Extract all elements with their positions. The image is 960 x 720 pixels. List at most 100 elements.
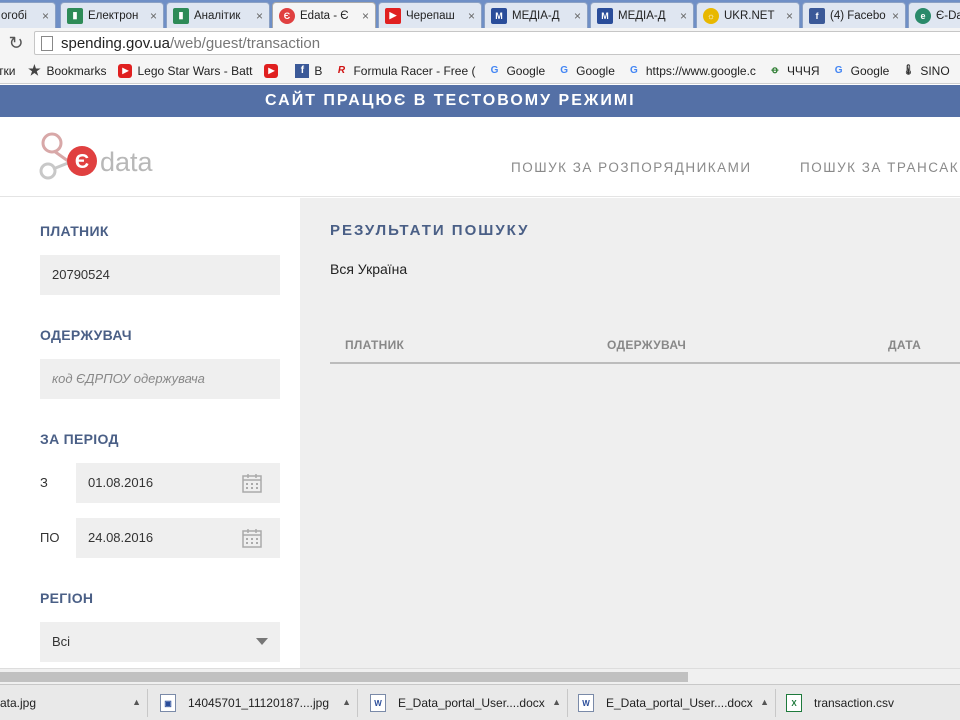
close-icon[interactable]: × [892, 9, 899, 23]
payer-label: ПЛАТНИК [40, 223, 109, 239]
tab-0[interactable]: огобі × [0, 2, 56, 28]
edata-logo[interactable]: Є data [38, 131, 168, 183]
nav-search-by-transactions[interactable]: ПОШУК ЗА ТРАНСАК [800, 160, 959, 175]
close-icon[interactable]: × [362, 9, 369, 23]
tab-4[interactable]: ▶ Черепаш × [378, 2, 482, 28]
nav-search-by-managers[interactable]: ПОШУК ЗА РОЗПОРЯДНИКАМИ [511, 160, 752, 175]
download-item[interactable]: W E_Data_portal_User....docx ▲ [362, 689, 568, 717]
close-icon[interactable]: × [680, 9, 687, 23]
close-icon[interactable]: × [42, 9, 49, 23]
payer-input[interactable]: 20790524 [40, 255, 280, 295]
excel-icon: X [786, 694, 802, 712]
recipient-input[interactable]: код ЄДРПОУ одержувача [40, 359, 280, 399]
from-date-input[interactable]: 01.08.2016 [76, 463, 280, 503]
bookmark-label: Google [506, 63, 546, 78]
region-select[interactable]: Всі [40, 622, 280, 662]
tab-9[interactable]: e Є-Da [908, 2, 960, 28]
to-label: ПО [40, 530, 60, 545]
close-icon[interactable]: × [574, 9, 581, 23]
calendar-icon[interactable] [242, 528, 262, 548]
ukrnet-icon: ☼ [703, 7, 719, 24]
calendar-icon[interactable] [242, 473, 262, 493]
url-host: spending.gov.ua [61, 34, 170, 52]
bookmark-item[interactable]: ▶ Lego Star Wars - Batt [118, 63, 252, 78]
tab-label: UKR.NET [724, 9, 775, 22]
tab-2[interactable]: ▮ Аналітик × [166, 2, 270, 28]
facebook-icon: f [295, 63, 310, 78]
image-icon: ▣ [160, 694, 176, 712]
bookmark-item[interactable]: G Google [832, 64, 890, 78]
column-header-recipient[interactable]: ОДЕРЖУВАЧ [607, 338, 686, 352]
downloads-bar: ata.jpg ▲ ▣ 14045701_11120187....jpg ▲ W… [0, 684, 960, 720]
google-icon: G [560, 65, 569, 76]
bookmark-item[interactable]: ▶ [264, 63, 283, 78]
download-label: E_Data_portal_User....docx [606, 696, 753, 710]
results-title: РЕЗУЛЬТАТИ ПОШУКУ [330, 222, 530, 239]
download-item[interactable]: ▣ 14045701_11120187....jpg ▲ [152, 689, 358, 717]
column-header-date[interactable]: ДАТА [888, 338, 921, 352]
page-icon [41, 35, 53, 51]
bookmark-item[interactable]: 🌡 SINO [901, 64, 950, 78]
bookmark-item[interactable]: f B [295, 63, 322, 78]
tab-label: огобі [1, 9, 27, 22]
bookmark-label: Google [576, 63, 615, 78]
site-header: Є data ПОШУК ЗА РОЗПОРЯДНИКАМИ ПОШУК ЗА … [0, 117, 960, 197]
column-header-payer[interactable]: ПЛАТНИК [345, 338, 404, 352]
download-label: transaction.csv [814, 696, 895, 710]
bookmark-item[interactable]: G Google [557, 64, 615, 78]
tab-label: Edata - Є [300, 9, 349, 22]
url-input[interactable]: spending.gov.ua/web/guest/transaction [34, 31, 960, 55]
logo-text: data [100, 147, 154, 177]
results-panel: РЕЗУЛЬТАТИ ПОШУКУ Вся Україна ПЛАТНИК ОД… [300, 198, 960, 668]
word-icon: W [578, 694, 594, 712]
chevron-down-icon[interactable]: ▲ [760, 697, 769, 707]
close-icon[interactable]: × [256, 9, 263, 23]
tab-3-active[interactable]: Є Edata - Є × [272, 2, 376, 28]
bookmark-label: Formula Racer - Free ( [353, 63, 476, 78]
close-icon[interactable]: × [468, 9, 475, 23]
download-label: ata.jpg [0, 696, 37, 710]
scrollbar-thumb[interactable] [0, 672, 688, 682]
bookmark-item[interactable]: G Google [487, 63, 546, 78]
tab-8[interactable]: f (4) Facebo × [802, 2, 906, 28]
to-date-input[interactable]: 24.08.2016 [76, 518, 280, 558]
bookmark-item[interactable]: тки [0, 64, 15, 78]
chevron-down-icon[interactable]: ▲ [552, 697, 561, 707]
test-mode-banner: САЙТ ПРАЦЮЄ В ТЕСТОВОМУ РЕЖИМІ [0, 85, 960, 117]
bookmark-item[interactable]: ★ Bookmarks [27, 62, 106, 78]
tab-5[interactable]: M МЕДІА-Д × [484, 2, 588, 28]
tab-7[interactable]: ☼ UKR.NET × [696, 2, 800, 28]
chevron-down-icon[interactable]: ▲ [132, 697, 141, 707]
bookmark-item[interactable]: ꝋ ЧЧЧЯ [768, 63, 820, 78]
edata-icon: Є [279, 7, 295, 24]
bookmark-item[interactable]: G https://www.google.c [627, 64, 756, 78]
logo-letter: Є [75, 151, 89, 173]
edata-round-icon: e [915, 7, 931, 24]
close-icon[interactable]: × [786, 9, 793, 23]
chart-icon: ▮ [67, 7, 83, 24]
close-icon[interactable]: × [150, 9, 157, 23]
tab-label: Черепаш [406, 9, 455, 22]
download-item[interactable]: ata.jpg ▲ [0, 689, 148, 717]
thermometer-icon: 🌡 [901, 65, 915, 76]
tab-label: МЕДІА-Д [618, 9, 666, 22]
tab-1[interactable]: ▮ Електрон × [60, 2, 164, 28]
bookmark-label: ЧЧЧЯ [786, 63, 820, 78]
chevron-down-icon [256, 638, 268, 645]
media-icon: M [597, 7, 613, 24]
address-bar-row: ↻ spending.gov.ua/web/guest/transaction [0, 28, 960, 58]
logo-graphic: Є data [39, 132, 154, 180]
tab-label: (4) Facebo [830, 9, 886, 22]
tab-6[interactable]: M МЕДІА-Д × [590, 2, 694, 28]
region-label: РЕГІОН [40, 590, 94, 606]
bookmark-item[interactable]: R Formula Racer - Free ( [334, 63, 476, 78]
download-item[interactable]: X transaction.csv [778, 689, 960, 717]
download-item[interactable]: W E_Data_portal_User....docx ▲ [570, 689, 776, 717]
reload-icon[interactable]: ↻ [6, 33, 26, 53]
bookmark-label: Google [850, 63, 890, 78]
youtube-icon: ▶ [264, 63, 279, 78]
url-path: /web/guest/transaction [169, 34, 321, 52]
chevron-down-icon[interactable]: ▲ [342, 697, 351, 707]
media-icon: M [491, 7, 507, 24]
horizontal-scrollbar[interactable] [0, 668, 960, 684]
